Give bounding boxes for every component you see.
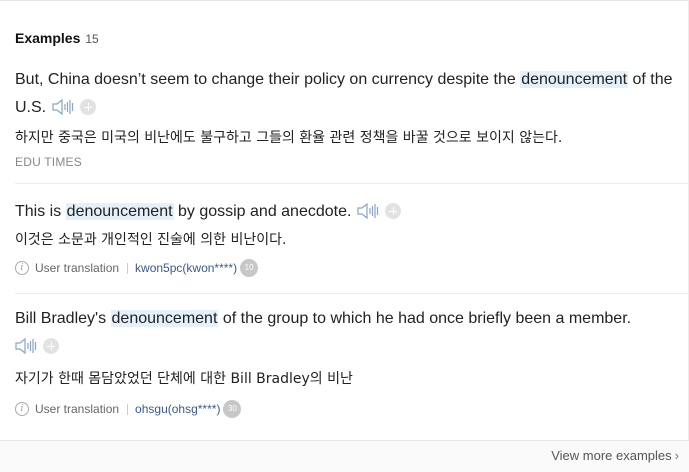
level-badge: 10 bbox=[240, 259, 259, 277]
example-count: 15 bbox=[85, 32, 99, 46]
examples-header: Examples 15 bbox=[15, 30, 99, 46]
divider bbox=[15, 293, 689, 294]
separator bbox=[127, 403, 129, 415]
example-sentence: This is denouncement by gossip and anecd… bbox=[15, 198, 685, 230]
user-link[interactable]: kwon5pc(kwon****) bbox=[135, 261, 237, 275]
example-item: This is denouncement by gossip and anecd… bbox=[15, 198, 685, 277]
info-icon[interactable]: i bbox=[15, 261, 29, 275]
user-link[interactable]: ohsgu(ohsg****) bbox=[135, 402, 220, 416]
sentence-text: Bill Bradley's bbox=[15, 310, 111, 327]
speaker-icon[interactable] bbox=[52, 98, 74, 126]
divider bbox=[15, 183, 689, 184]
top-border bbox=[0, 0, 689, 1]
view-more-button[interactable]: View more examples › bbox=[551, 448, 679, 463]
separator bbox=[127, 262, 129, 274]
translation-meta: i User translation ohsgu(ohsg****) 30 bbox=[15, 400, 685, 418]
view-more-label: View more examples bbox=[551, 448, 672, 463]
plus-icon[interactable] bbox=[385, 203, 402, 219]
chevron-right-icon: › bbox=[674, 448, 679, 463]
translation-text: 자기가 한때 몸담았었던 단체에 대한 Bill Bradley의 비난 bbox=[15, 371, 353, 387]
meta-label: User translation bbox=[35, 261, 120, 275]
examples-footer: View more examples › bbox=[0, 440, 689, 472]
section-title: Examples bbox=[15, 30, 81, 46]
level-badge: 30 bbox=[223, 400, 242, 418]
example-sentence: But, China doesn’t seem to change their … bbox=[15, 66, 685, 126]
speaker-icon[interactable] bbox=[357, 202, 379, 230]
highlighted-word[interactable]: denouncement bbox=[65, 203, 174, 220]
highlighted-word[interactable]: denouncement bbox=[520, 71, 629, 88]
sentence-text: This is bbox=[15, 203, 66, 220]
example-source: EDU TIMES bbox=[15, 155, 82, 169]
plus-icon[interactable] bbox=[43, 338, 59, 354]
sentence-text: But, China doesn’t seem to change their … bbox=[15, 71, 521, 88]
sentence-text: by gossip and anecdote. bbox=[173, 203, 352, 220]
example-item: Bill Bradley's denouncement of the group… bbox=[15, 305, 685, 418]
translation-meta: i User translation kwon5pc(kwon****) 10 bbox=[15, 259, 685, 277]
sentence-text: of the group to which he had once briefl… bbox=[218, 310, 632, 327]
info-icon[interactable]: i bbox=[15, 402, 29, 416]
translation-text: 하지만 중국은 미국의 비난에도 불구하고 그들의 환율 관련 정책을 바꿀 것… bbox=[15, 130, 563, 146]
highlighted-word[interactable]: denouncement bbox=[110, 310, 219, 327]
example-sentence: Bill Bradley's denouncement of the group… bbox=[15, 305, 685, 365]
speaker-icon[interactable] bbox=[15, 337, 37, 365]
meta-label: User translation bbox=[35, 402, 120, 416]
plus-icon[interactable] bbox=[80, 99, 97, 115]
translation-text: 이것은 소문과 개인적인 진술에 의한 비난이다. bbox=[15, 232, 287, 248]
example-item: But, China doesn’t seem to change their … bbox=[15, 66, 685, 169]
